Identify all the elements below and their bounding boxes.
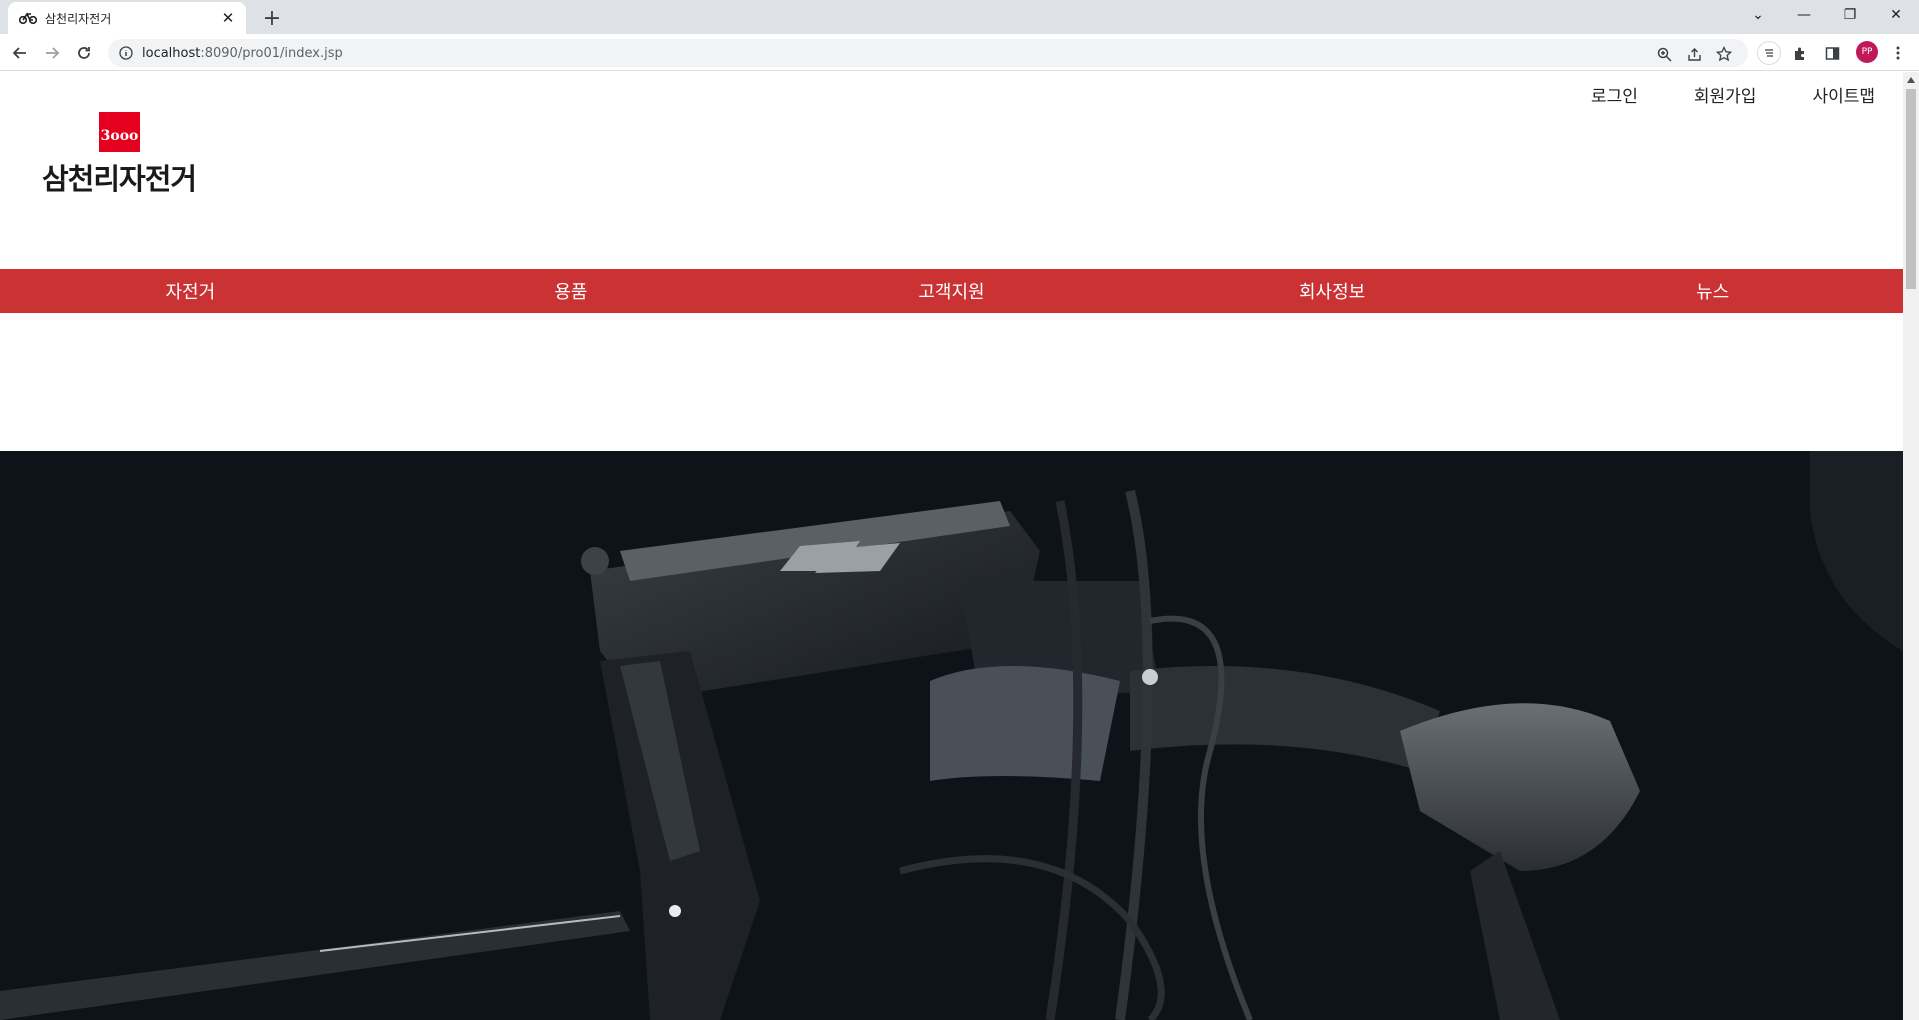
sitemap-link[interactable]: 사이트맵 xyxy=(1812,82,1875,107)
logo-text: 삼천리자전거 xyxy=(42,162,197,196)
minimize-button[interactable]: — xyxy=(1781,0,1827,30)
login-link[interactable]: 로그인 xyxy=(1591,82,1638,107)
scrollbar-thumb[interactable] xyxy=(1906,89,1916,289)
zoom-icon[interactable] xyxy=(1654,44,1674,64)
nav-item-company[interactable]: 회사정보 xyxy=(1142,269,1523,313)
new-tab-button[interactable]: + xyxy=(258,4,286,32)
restore-button[interactable]: ❐ xyxy=(1827,0,1873,30)
url-host: localhost xyxy=(142,45,201,61)
nav-item-support[interactable]: 고객지원 xyxy=(761,269,1142,313)
bicycle-icon xyxy=(19,10,39,26)
back-button[interactable] xyxy=(6,39,34,67)
tab-title: 삼천리자전거 xyxy=(45,11,112,26)
url-text: localhost:8090/pro01/index.jsp xyxy=(142,46,343,61)
tab-search-icon[interactable]: ⌄ xyxy=(1735,0,1781,30)
hero-image xyxy=(0,451,1903,1020)
site-logo[interactable]: 3ooo 삼천리자전거 xyxy=(42,112,202,202)
side-panel-icon[interactable] xyxy=(1822,43,1842,63)
close-tab-icon[interactable]: ✕ xyxy=(218,8,238,28)
main-nav: 자전거 용품 고객지원 회사정보 뉴스 xyxy=(0,269,1903,313)
bookmark-star-icon[interactable] xyxy=(1714,44,1734,64)
forward-button[interactable] xyxy=(38,39,66,67)
nav-item-accessories[interactable]: 용품 xyxy=(381,269,762,313)
scroll-up-arrow-icon[interactable] xyxy=(1903,72,1919,88)
address-bar[interactable]: localhost:8090/pro01/index.jsp xyxy=(108,39,1748,67)
profile-avatar[interactable]: PP xyxy=(1856,41,1878,63)
close-window-button[interactable]: ✕ xyxy=(1873,0,1919,30)
more-menu-icon[interactable] xyxy=(1888,43,1908,63)
utility-nav: 로그인 회원가입 사이트맵 xyxy=(1535,82,1875,107)
reload-button[interactable] xyxy=(70,39,98,67)
signup-link[interactable]: 회원가입 xyxy=(1694,82,1757,107)
nav-item-bicycle[interactable]: 자전거 xyxy=(0,269,381,313)
site-info-icon[interactable] xyxy=(118,45,134,61)
browser-tab[interactable]: 삼천리자전거 ✕ xyxy=(8,2,246,34)
page-viewport: 로그인 회원가입 사이트맵 3ooo 삼천리자전거 자전거 용품 고객지원 회사… xyxy=(0,72,1903,1020)
browser-tabstrip: 삼천리자전거 ✕ + ⌄ — ❐ ✕ xyxy=(0,0,1919,34)
logo-mark-text: 3ooo xyxy=(101,128,139,144)
share-icon[interactable] xyxy=(1684,44,1704,64)
page-scrollbar[interactable] xyxy=(1903,72,1919,1020)
browser-toolbar: localhost:8090/pro01/index.jsp xyxy=(0,34,1919,71)
nav-item-news[interactable]: 뉴스 xyxy=(1522,269,1903,313)
hero-bicycle-illustration xyxy=(0,451,1903,1020)
reading-list-icon[interactable] xyxy=(1757,41,1781,65)
url-path: :8090/pro01/index.jsp xyxy=(200,45,343,61)
logo-mark: 3ooo xyxy=(99,112,140,152)
extensions-puzzle-icon[interactable] xyxy=(1790,43,1810,63)
